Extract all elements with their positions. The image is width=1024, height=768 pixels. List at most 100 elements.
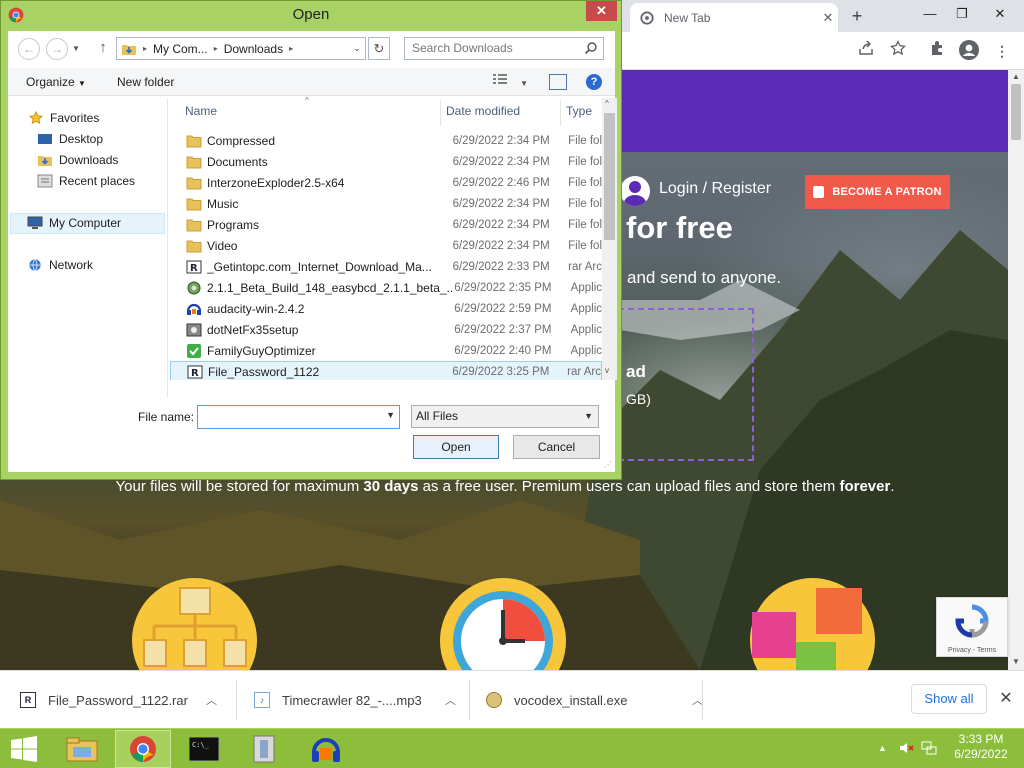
scroll-down-arrow-icon[interactable]: v [605,366,609,375]
breadcrumb-chevron-icon[interactable]: ▸ [289,44,293,53]
cmd-icon[interactable]: C:\_ [176,730,232,768]
file-date: 6/29/2022 2:34 PM [452,155,550,168]
file-row[interactable]: Video 6/29/2022 2:34 PM File fol [170,235,602,256]
file-row[interactable]: 2.1.1_Beta_Build_148_easybcd_2.1.1_beta_… [170,277,602,298]
file-date: 6/29/2022 2:34 PM [452,134,550,147]
file-name-input[interactable]: ▼ [197,405,400,429]
audio-file-icon: ♪ [254,692,270,708]
download-item[interactable]: vocodex_install.exe ︿ [486,686,703,714]
breadcrumb-downloads[interactable]: Downloads [224,42,283,56]
file-row[interactable]: InterzoneExploder2.5-x64 6/29/2022 2:46 P… [170,172,602,193]
installer-icon [187,281,201,294]
new-tab-button[interactable]: + [846,6,868,28]
chevron-down-icon[interactable]: ▼ [584,406,593,427]
close-download-shelf-icon[interactable]: ✕ [996,688,1016,710]
file-row[interactable]: FamilyGuyOptimizer 6/29/2022 2:40 PM Appli… [170,340,602,361]
file-row[interactable]: Documents 6/29/2022 2:34 PM File fol [170,151,602,172]
file-type: Applic [570,281,602,294]
recent-locations-chevron-icon[interactable]: ▼ [72,44,80,53]
back-arrow-icon[interactable]: ← [18,38,40,60]
close-window-button[interactable]: ✕ [983,0,1017,30]
bookmark-star-icon[interactable] [887,39,909,62]
address-dropdown-icon[interactable]: ⌄ [349,43,365,54]
file-row-selected[interactable]: R File_Password_1122 6/29/2022 3:25 PM rar … [170,361,602,380]
file-type-select[interactable]: All Files ▼ [411,405,599,428]
start-button-windows-icon[interactable] [10,736,38,762]
become-patron-button[interactable]: BECOME A PATRON [805,175,950,209]
search-input[interactable]: Search Downloads [404,37,604,60]
network-icon[interactable] [921,740,937,756]
extensions-icon[interactable] [926,40,948,62]
chevron-up-icon[interactable]: ︿ [445,692,456,708]
nav-my-computer[interactable]: My Computer [27,213,121,233]
search-icon[interactable] [584,41,598,55]
change-view-button[interactable]: ▼ [493,74,529,90]
chevron-down-icon[interactable]: ▼ [386,410,395,420]
page-scrollbar[interactable] [1008,70,1024,670]
resize-grip-icon[interactable]: ⋰ [604,460,614,470]
show-all-downloads-button[interactable]: Show all [911,684,987,714]
dialog-title: Open [292,6,330,23]
taskbar-clock[interactable]: 3:33 PM 6/29/2022 [950,732,1012,762]
chevron-down-icon: ▼ [520,79,528,88]
folder-icon [186,156,202,168]
page-scrollbar-thumb[interactable] [1011,84,1021,140]
login-register-link[interactable]: Login / Register [659,180,771,198]
file-name: _Getintopc.com_Internet_Download_Ma... [207,259,432,274]
refresh-icon[interactable]: ↻ [368,37,390,60]
breadcrumb-my-computer[interactable]: My Com... [153,42,208,56]
rar-archive-icon: R [20,692,36,708]
file-row[interactable]: Programs 6/29/2022 2:34 PM File fol [170,214,602,235]
nav-recent-places[interactable]: Recent places [37,171,135,191]
nav-network[interactable]: Network [27,255,93,275]
address-bar[interactable]: ▸ My Com... ▸ Downloads ▸ ⌄ [116,37,366,60]
scroll-up-arrow-icon[interactable]: ^ [605,99,609,108]
browser-tab[interactable]: New Tab ✕ [630,3,838,32]
file-explorer-icon[interactable] [54,730,110,768]
file-row[interactable]: Compressed 6/29/2022 2:34 PM File fol [170,130,602,151]
scroll-up-arrow-icon[interactable]: ▲ [1008,70,1024,84]
file-name: FamilyGuyOptimizer [207,343,316,358]
file-row[interactable]: audacity-win-2.4.2 6/29/2022 2:59 PM Appli… [170,298,602,319]
file-type-value: All Files [416,409,459,423]
file-list-scrollbar-thumb[interactable] [604,113,615,240]
download-item[interactable]: ♪ Timecrawler 82_-....mp3 ︿ [254,686,456,714]
minimize-button[interactable]: — [913,0,947,30]
upload-title: ad [626,362,646,381]
preview-pane-icon[interactable] [549,74,567,90]
maximize-button[interactable]: ❐ [945,0,979,30]
profile-icon[interactable] [958,40,980,62]
help-icon[interactable]: ? [586,74,602,90]
new-folder-button[interactable]: New folder [117,75,174,89]
show-hidden-icons-icon[interactable]: ▲ [878,743,887,753]
organize-menu[interactable]: Organize ▼ [26,75,86,89]
upload-dropzone[interactable] [618,308,754,461]
share-icon[interactable] [855,40,877,62]
menu-icon[interactable]: ⋮ [991,40,1013,62]
recaptcha-badge[interactable]: Privacy - Terms [936,597,1008,657]
speaker-muted-icon[interactable] [898,740,914,756]
forward-arrow-icon[interactable]: → [46,38,68,60]
file-name: Video [207,238,238,253]
cancel-button[interactable]: Cancel [513,435,600,459]
user-avatar-icon[interactable] [620,176,650,206]
dialog-close-button[interactable]: ✕ [586,1,617,21]
open-button[interactable]: Open [413,435,499,459]
chevron-up-icon[interactable]: ︿ [206,692,217,708]
chrome-icon[interactable] [115,730,171,768]
file-row[interactable]: Music 6/29/2022 2:34 PM File fol [170,193,602,214]
breadcrumb-chevron-icon[interactable]: ▸ [214,44,218,53]
nav-desktop[interactable]: Desktop [37,129,103,149]
scroll-down-arrow-icon[interactable]: ▼ [1008,655,1024,669]
tab-close-button[interactable]: ✕ [818,10,838,26]
download-filename: Timecrawler 82_-....mp3 [282,692,422,708]
file-row[interactable]: R _Getintopc.com_Internet_Download_Ma... 6… [170,256,602,277]
archive-icon[interactable] [236,730,292,768]
recaptcha-links[interactable]: Privacy - Terms [937,647,1007,654]
nav-downloads[interactable]: Downloads [37,150,118,170]
up-arrow-icon[interactable]: ↑ [94,39,112,59]
nav-favorites[interactable]: Favorites [28,108,99,128]
download-item[interactable]: R File_Password_1122.rar ︿ [20,686,217,714]
file-row[interactable]: dotNetFx35setup 6/29/2022 2:37 PM Applic [170,319,602,340]
audacity-icon[interactable] [298,730,354,768]
